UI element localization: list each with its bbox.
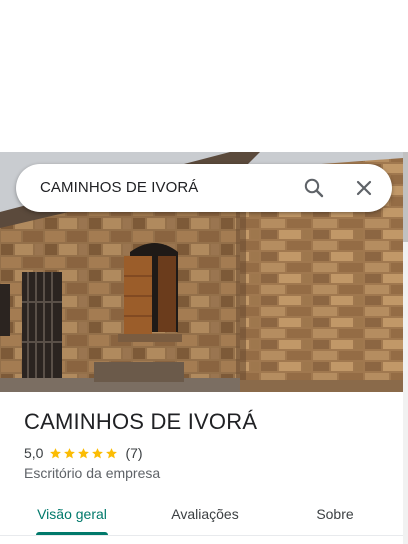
search-icon[interactable] bbox=[302, 176, 326, 200]
tab-reviews[interactable]: Avaliações bbox=[160, 492, 250, 536]
search-box[interactable]: CAMINHOS DE IVORÁ bbox=[16, 164, 392, 212]
place-tabs: Visão geral Avaliações Sobre bbox=[0, 492, 403, 544]
tab-about[interactable]: Sobre bbox=[300, 492, 370, 536]
scrollbar-thumb[interactable] bbox=[403, 152, 408, 242]
star-icon bbox=[64, 447, 76, 458]
star-icon bbox=[92, 447, 104, 458]
rating-row[interactable]: 5,0 (7) bbox=[24, 444, 143, 462]
tab-overview[interactable]: Visão geral bbox=[34, 492, 110, 536]
rating-stars bbox=[49, 447, 119, 460]
star-icon bbox=[50, 447, 62, 458]
place-title: CAMINHOS DE IVORÁ bbox=[24, 409, 258, 434]
review-count[interactable]: (7) bbox=[125, 445, 142, 461]
close-icon[interactable] bbox=[352, 176, 376, 200]
place-category: Escritório da empresa bbox=[24, 465, 161, 481]
star-icon bbox=[78, 447, 90, 458]
rating-value: 5,0 bbox=[24, 445, 44, 461]
blank-top-area bbox=[0, 0, 408, 152]
star-icon bbox=[106, 447, 118, 458]
tabs-divider bbox=[0, 535, 403, 536]
scrollbar[interactable] bbox=[403, 152, 408, 544]
search-query-text[interactable]: CAMINHOS DE IVORÁ bbox=[40, 179, 198, 196]
